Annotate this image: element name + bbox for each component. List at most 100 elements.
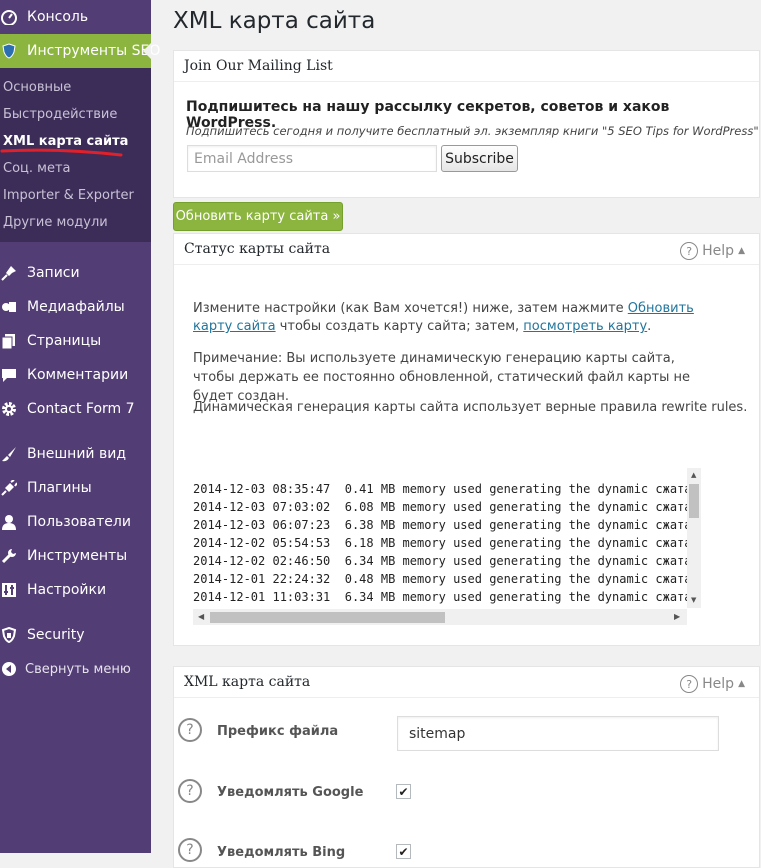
menu-contact-form[interactable]: Contact Form 7 [0, 392, 151, 426]
bing-help-icon[interactable]: ? [178, 838, 202, 862]
collapse-menu[interactable]: Свернуть меню [0, 652, 151, 686]
brush-icon [1, 446, 17, 462]
menu-settings[interactable]: Настройки [0, 573, 151, 607]
menu-seo-tools[interactable]: Инструменты SEO [0, 34, 160, 68]
mailing-list-title: Join Our Mailing List [174, 51, 759, 82]
xml-help-label: Help [702, 676, 735, 692]
scroll-up-icon[interactable]: ▲ [691, 471, 696, 479]
bing-checkbox[interactable]: ✔ [396, 844, 411, 859]
checkmark-icon: ✔ [398, 844, 409, 859]
google-label: Уведомлять Google [217, 785, 364, 800]
menu-tools[interactable]: Инструменты [0, 539, 151, 573]
status-rewrite: Динамическая генерация карты сайта испол… [193, 400, 748, 415]
email-input[interactable]: Email Address [187, 145, 437, 172]
menu-pages[interactable]: Страницы [0, 324, 151, 358]
submenu-basic[interactable]: Основные [3, 80, 71, 95]
menu-plugins-label: Плагины [27, 480, 92, 496]
log-line: 2014-12-02 02:46:50 6.34 MB memory used … [193, 554, 687, 568]
scroll-down-icon[interactable]: ▼ [691, 596, 696, 604]
menu-posts-label: Записи [27, 265, 80, 281]
prefix-input[interactable]: sitemap [397, 716, 719, 751]
security-shield-icon [1, 627, 17, 643]
log-line: 2014-12-01 22:24:32 0.48 MB memory used … [193, 572, 687, 586]
pages-icon [1, 333, 17, 349]
log-horizontal-scrollbar[interactable]: ◀ ▶ [193, 609, 687, 625]
wrench-icon [1, 548, 17, 564]
status-instructions: Измените настройки (как Вам хочется!) ни… [193, 300, 703, 336]
menu-users[interactable]: Пользователи [0, 505, 151, 539]
media-icon [1, 299, 17, 315]
page-title: XML карта сайта [173, 8, 376, 34]
menu-contact-form-label: Contact Form 7 [27, 401, 135, 417]
checkmark-icon: ✔ [398, 784, 409, 799]
menu-appearance-label: Внешний вид [27, 446, 127, 462]
prefix-help-icon[interactable]: ? [178, 718, 202, 742]
xml-help-toggle[interactable]: ? Help ▲ [680, 675, 745, 693]
menu-appearance[interactable]: Внешний вид [0, 437, 151, 471]
view-sitemap-link[interactable]: посмотреть карту [523, 319, 647, 334]
red-underline-annotation [0, 148, 123, 157]
menu-media[interactable]: Медиафайлы [0, 290, 151, 324]
submenu-importer-exporter[interactable]: Importer & Exporter [3, 188, 134, 203]
status-text-3: . [647, 319, 652, 334]
log-viewport: 2014-12-03 08:35:47 0.41 MB memory used … [193, 468, 687, 608]
plug-icon [1, 480, 17, 496]
google-checkbox[interactable]: ✔ [396, 784, 411, 799]
submenu-social-meta[interactable]: Соц. мета [3, 161, 71, 176]
menu-posts[interactable]: Записи [0, 256, 151, 290]
log-line: 2014-12-03 06:07:23 6.38 MB memory used … [193, 518, 687, 532]
admin-sidebar: Консоль Инструменты SEO Основные Быстрод… [0, 0, 160, 853]
log-line: 2014-12-02 05:54:53 6.18 MB memory used … [193, 536, 687, 550]
status-note: Примечание: Вы используете динамическую … [193, 351, 691, 404]
scroll-left-icon[interactable]: ◀ [198, 612, 204, 621]
log-line: 2014-12-03 08:35:47 0.41 MB memory used … [193, 482, 687, 496]
scroll-right-icon[interactable]: ▶ [674, 612, 680, 621]
xml-sitemap-title: XML карта сайта [174, 667, 759, 698]
mailing-subline: Подпишитесь сегодня и получите бесплатны… [186, 124, 759, 138]
question-icon: ? [680, 242, 699, 260]
log-horizontal-thumb[interactable] [210, 612, 445, 623]
settings-icon [1, 582, 17, 598]
status-help-toggle[interactable]: ? Help ▲ [680, 242, 745, 260]
log-line: 2014-12-03 07:03:02 6.08 MB memory used … [193, 500, 687, 514]
submenu-performance[interactable]: Быстродействие [3, 107, 117, 122]
dashboard-icon [1, 9, 17, 25]
menu-comments[interactable]: Комментарии [0, 358, 151, 392]
caret-up-icon: ▲ [738, 679, 745, 689]
menu-security[interactable]: Security [0, 618, 151, 652]
comment-icon [1, 367, 17, 383]
menu-console[interactable]: Консоль [0, 0, 151, 34]
question-icon: ? [680, 675, 699, 693]
caret-up-icon: ▲ [738, 246, 745, 256]
log-line: 2014-12-01 11:03:31 6.34 MB memory used … [193, 590, 687, 604]
xml-sitemap-box: XML карта сайта ? Help ▲ [173, 666, 760, 868]
menu-console-label: Консоль [27, 9, 89, 25]
menu-tools-label: Инструменты [27, 548, 128, 564]
prefix-label: Префикс файла [217, 724, 339, 739]
menu-users-label: Пользователи [27, 514, 131, 530]
sitemap-log[interactable]: 2014-12-03 08:35:47 0.41 MB memory used … [193, 468, 701, 626]
shield-icon [1, 43, 17, 59]
menu-plugins[interactable]: Плагины [0, 471, 151, 505]
menu-security-label: Security [27, 627, 85, 643]
menu-media-label: Медиафайлы [27, 299, 125, 315]
mailing-list-box: Join Our Mailing List Подпишитесь на наш… [173, 50, 760, 198]
submenu-other-modules[interactable]: Другие модули [3, 215, 108, 230]
menu-comments-label: Комментарии [27, 367, 129, 383]
gear-icon [1, 401, 17, 417]
log-vertical-scrollbar[interactable]: ▲ ▼ [687, 468, 701, 608]
menu-settings-label: Настройки [27, 582, 107, 598]
status-help-label: Help [702, 243, 735, 259]
status-text-1: Измените настройки (как Вам хочется!) ни… [193, 301, 628, 316]
pin-icon [1, 265, 17, 281]
log-vertical-thumb[interactable] [689, 484, 699, 518]
collapse-menu-label: Свернуть меню [25, 661, 131, 677]
update-sitemap-button[interactable]: Обновить карту сайта » [173, 202, 343, 231]
menu-pages-label: Страницы [27, 333, 102, 349]
menu-seo-tools-label: Инструменты SEO [27, 43, 161, 59]
collapse-arrow-icon [1, 661, 17, 677]
sitemap-status-title: Статус карты сайта [174, 234, 759, 265]
google-help-icon[interactable]: ? [178, 779, 202, 803]
subscribe-button[interactable]: Subscribe [441, 145, 518, 172]
status-text-2: чтобы создать карту сайта; затем, [275, 319, 524, 334]
